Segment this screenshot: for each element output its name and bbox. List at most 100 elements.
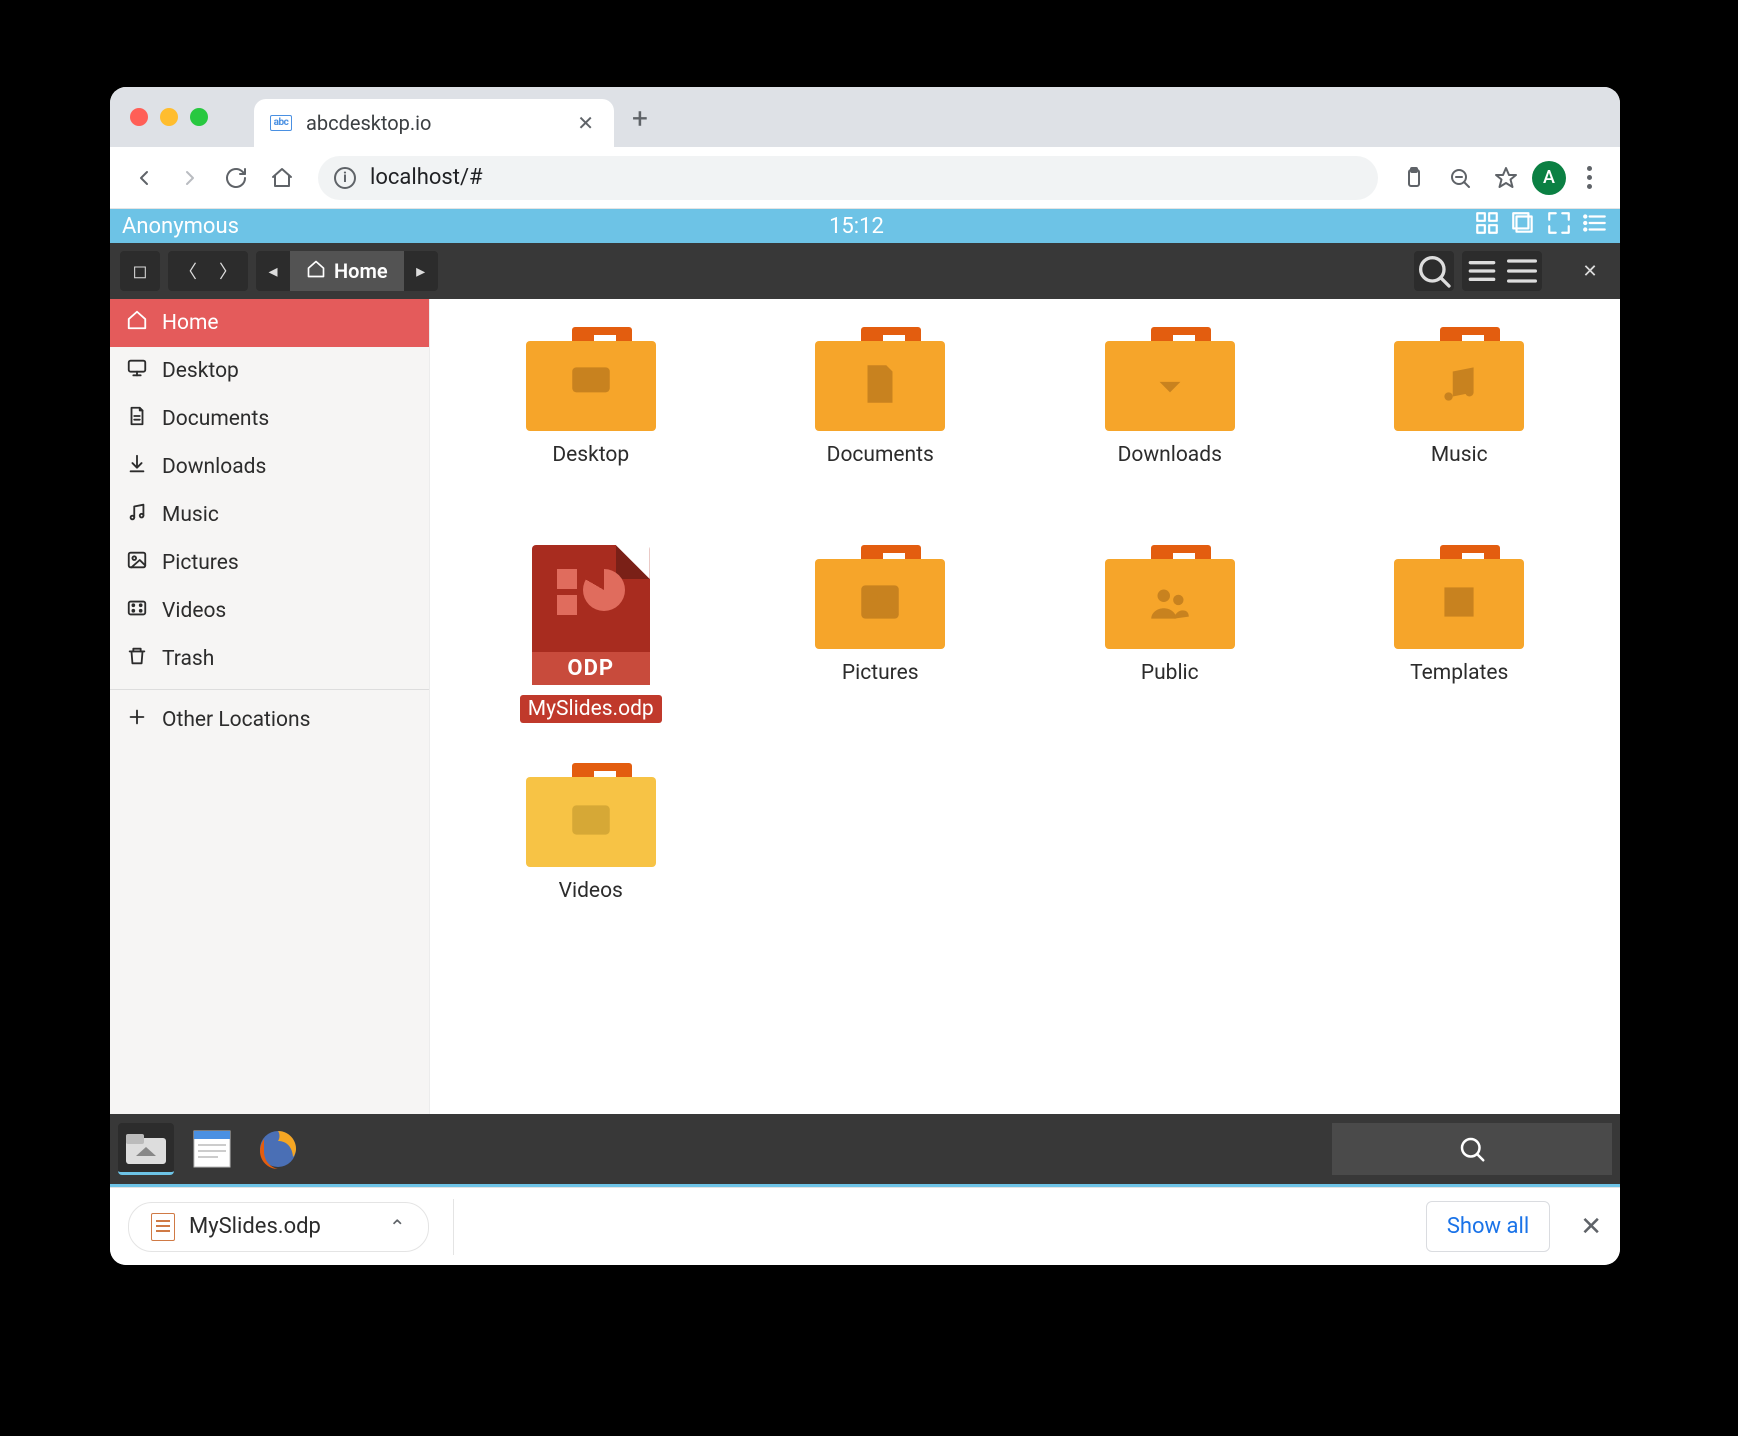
nav-forward-button[interactable]: 〉 xyxy=(208,251,248,291)
nav-back-button[interactable]: 〈 xyxy=(168,251,208,291)
file-label: Pictures xyxy=(834,659,927,687)
site-info-icon[interactable]: i xyxy=(334,167,356,189)
topbar-clock: 15:12 xyxy=(829,214,884,239)
sidebar-item-label: Desktop xyxy=(162,359,239,383)
folder-icon xyxy=(1394,545,1524,649)
file-label: Public xyxy=(1133,659,1207,687)
music-icon xyxy=(126,501,148,529)
plus-icon xyxy=(126,706,148,734)
list-icon[interactable] xyxy=(1582,210,1608,242)
taskbar-firefox-icon[interactable] xyxy=(250,1123,306,1175)
favicon-icon: abc xyxy=(270,115,292,131)
download-file-icon xyxy=(151,1213,175,1241)
zoom-out-icon[interactable] xyxy=(1440,158,1480,198)
path-prev-button[interactable]: ◂ xyxy=(256,251,290,291)
browser-window: abc abcdesktop.io ✕ + i localhost/# A An… xyxy=(110,87,1620,1265)
download-shelf: MySlides.odp ⌃ Show all ✕ xyxy=(110,1187,1620,1265)
windows-icon[interactable] xyxy=(1510,210,1536,242)
download-filename: MySlides.odp xyxy=(189,1214,321,1239)
new-tab-button[interactable]: + xyxy=(632,102,648,135)
sidebar-item-downloads[interactable]: Downloads xyxy=(110,443,429,491)
file-icon xyxy=(126,405,148,433)
taskbar-editor-icon[interactable] xyxy=(184,1123,240,1175)
sidebar-item-desktop[interactable]: Desktop xyxy=(110,347,429,395)
home-icon xyxy=(126,309,148,337)
minimize-window-button[interactable] xyxy=(160,108,178,126)
folder-item[interactable]: Public xyxy=(1039,545,1301,735)
browser-tab[interactable]: abc abcdesktop.io ✕ xyxy=(254,99,614,147)
zoom-window-button[interactable] xyxy=(190,108,208,126)
close-window-button[interactable] xyxy=(130,108,148,126)
sidebar-item-home[interactable]: Home xyxy=(110,299,429,347)
stop-icon[interactable]: ◻ xyxy=(120,251,160,291)
folder-icon xyxy=(526,763,656,867)
browser-menu-button[interactable] xyxy=(1572,166,1606,189)
trash-icon xyxy=(126,645,148,673)
sidebar-item-trash[interactable]: Trash xyxy=(110,635,429,683)
show-all-button[interactable]: Show all xyxy=(1426,1201,1550,1252)
sidebar-item-other[interactable]: Other Locations xyxy=(110,696,429,744)
shelf-divider xyxy=(453,1199,454,1255)
bookmark-star-icon[interactable] xyxy=(1486,158,1526,198)
filemanager-body: HomeDesktopDocumentsDownloadsMusicPictur… xyxy=(110,299,1620,1114)
view-list-icon[interactable] xyxy=(1462,251,1502,291)
file-label: Downloads xyxy=(1110,441,1230,469)
folder-icon xyxy=(1105,545,1235,649)
sidebar-item-pictures[interactable]: Pictures xyxy=(110,539,429,587)
sidebar-separator xyxy=(110,689,429,690)
folder-item[interactable]: Desktop xyxy=(460,327,722,517)
file-item[interactable]: ODP MySlides.odp xyxy=(460,545,722,735)
sidebar-item-documents[interactable]: Documents xyxy=(110,395,429,443)
browser-toolbar: i localhost/# A xyxy=(110,147,1620,209)
file-label: Videos xyxy=(551,877,631,905)
folder-item[interactable]: Videos xyxy=(460,763,722,953)
address-bar[interactable]: i localhost/# xyxy=(318,156,1378,200)
desktop-topbar: Anonymous 15:12 xyxy=(110,209,1620,243)
image-icon xyxy=(126,549,148,577)
file-label: Documents xyxy=(819,441,942,469)
home-button[interactable] xyxy=(262,158,302,198)
folder-icon xyxy=(815,327,945,431)
tab-title: abcdesktop.io xyxy=(306,111,559,135)
sidebar-item-label: Pictures xyxy=(162,551,239,575)
close-tab-button[interactable]: ✕ xyxy=(573,107,598,139)
file-label: MySlides.odp xyxy=(520,695,662,723)
breadcrumb-home[interactable]: Home xyxy=(290,251,404,291)
folder-icon xyxy=(1105,327,1235,431)
fullscreen-icon[interactable] xyxy=(1546,210,1572,242)
fm-close-button[interactable]: ✕ xyxy=(1570,251,1610,291)
shelf-close-button[interactable]: ✕ xyxy=(1580,1212,1602,1242)
clipboard-icon[interactable] xyxy=(1394,158,1434,198)
download-chevron-icon[interactable]: ⌃ xyxy=(389,1215,406,1239)
taskbar-filemanager-icon[interactable] xyxy=(118,1123,174,1175)
path-next-button[interactable]: ▸ xyxy=(404,251,438,291)
sidebar-item-videos[interactable]: Videos xyxy=(110,587,429,635)
folder-icon xyxy=(815,545,945,649)
folder-icon xyxy=(526,327,656,431)
home-icon xyxy=(306,259,326,284)
sidebar-item-music[interactable]: Music xyxy=(110,491,429,539)
monitor-icon xyxy=(126,357,148,385)
profile-avatar[interactable]: A xyxy=(1532,161,1566,195)
folder-item[interactable]: Music xyxy=(1329,327,1591,517)
sidebar-item-label: Other Locations xyxy=(162,708,310,732)
topbar-user: Anonymous xyxy=(122,214,239,239)
download-icon xyxy=(126,453,148,481)
folder-item[interactable]: Documents xyxy=(750,327,1012,517)
forward-button[interactable] xyxy=(170,158,210,198)
taskbar-search[interactable] xyxy=(1332,1123,1612,1175)
reload-button[interactable] xyxy=(216,158,256,198)
sidebar-item-label: Documents xyxy=(162,407,269,431)
tab-strip: abc abcdesktop.io ✕ + xyxy=(110,87,1620,147)
folder-item[interactable]: Pictures xyxy=(750,545,1012,735)
folder-item[interactable]: Downloads xyxy=(1039,327,1301,517)
folder-icon xyxy=(1394,327,1524,431)
fm-search-icon[interactable] xyxy=(1414,251,1454,291)
apps-grid-icon[interactable] xyxy=(1474,210,1500,242)
hamburger-menu-icon[interactable] xyxy=(1502,251,1542,291)
back-button[interactable] xyxy=(124,158,164,198)
download-card[interactable]: MySlides.odp ⌃ xyxy=(128,1202,429,1252)
folder-item[interactable]: Templates xyxy=(1329,545,1591,735)
url-text: localhost/# xyxy=(370,165,483,190)
sidebar-item-label: Home xyxy=(162,311,219,335)
